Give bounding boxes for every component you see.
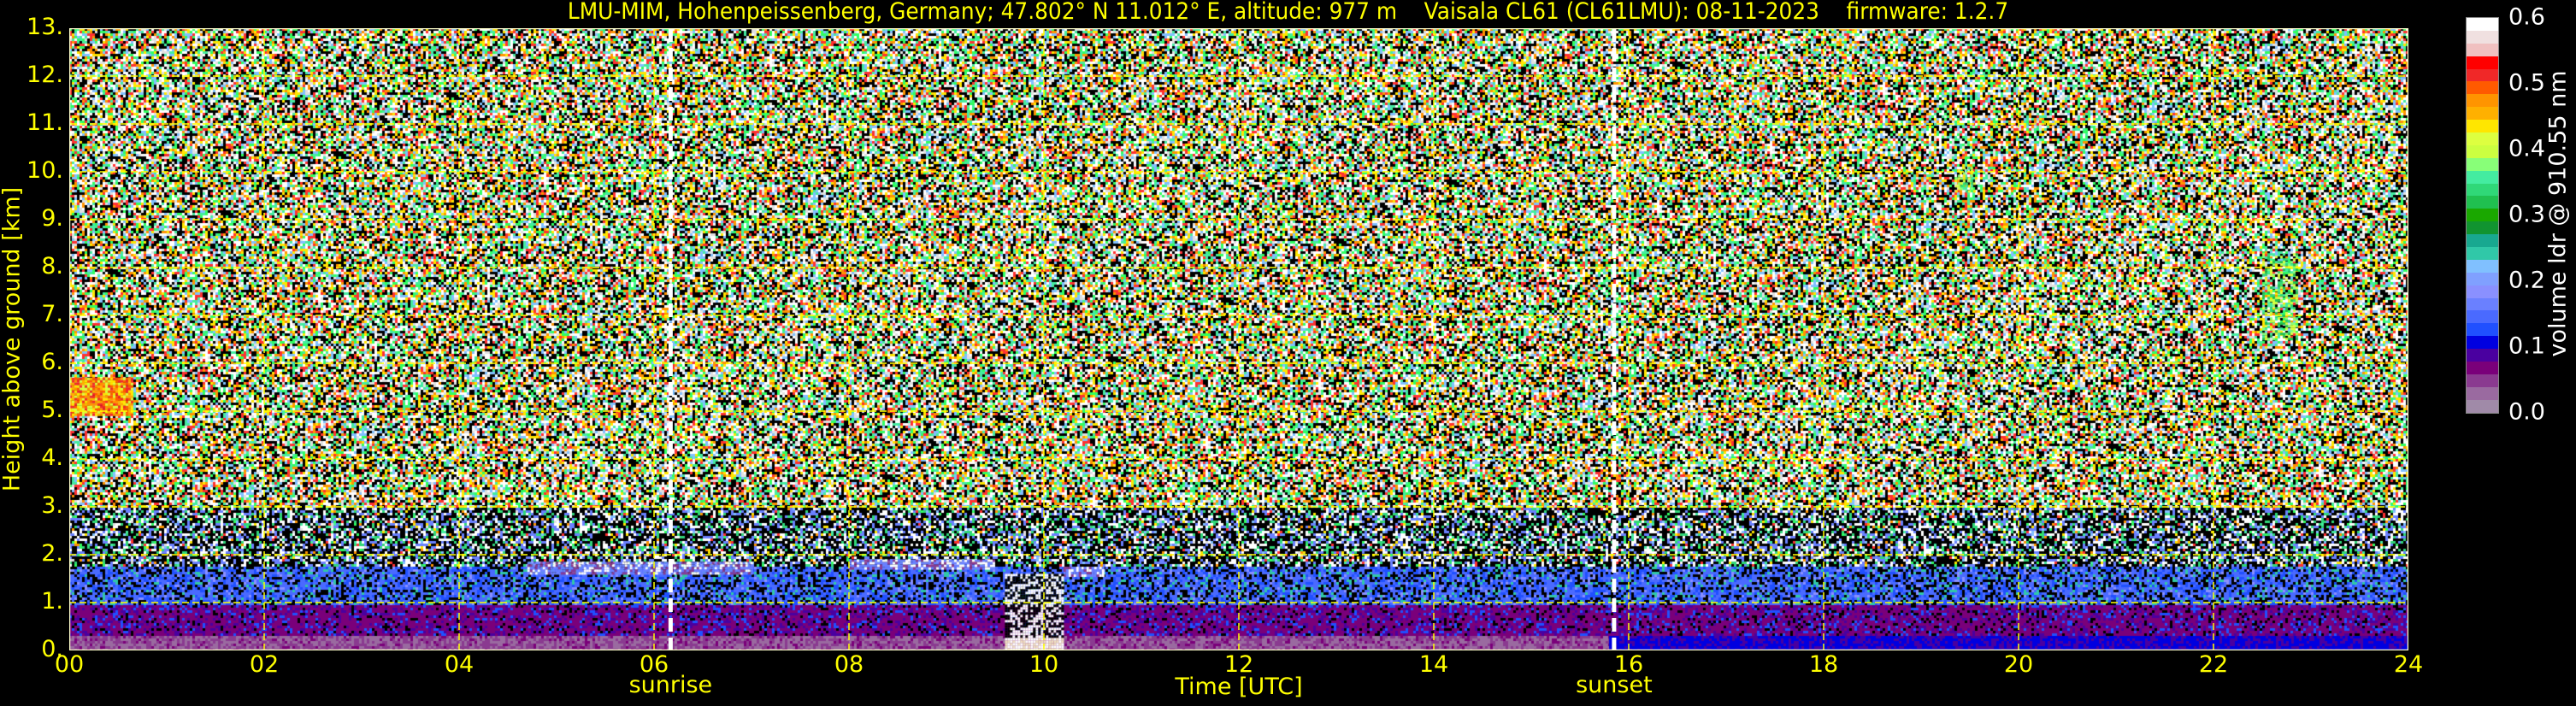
colorbar-tick-label: 0.5 — [2508, 69, 2545, 97]
colorbar-segment — [2467, 132, 2498, 145]
colorbar-segment — [2467, 94, 2498, 108]
grid-overlay — [69, 28, 2408, 650]
y-tick-label: 10. — [27, 157, 63, 184]
colorbar-segment — [2467, 144, 2498, 158]
x-tick-label: 00 — [54, 651, 85, 678]
x-tick-label: 20 — [2003, 651, 2034, 678]
colorbar-segment — [2467, 209, 2498, 222]
colorbar-segment — [2467, 43, 2498, 56]
colorbar-tick-label: 0.1 — [2508, 332, 2545, 360]
colorbar-segment — [2467, 336, 2498, 350]
colorbar-tick-label: 0.4 — [2508, 135, 2545, 162]
plot-area — [69, 28, 2408, 650]
x-tick-label: 14 — [1418, 651, 1449, 678]
colorbar-tick-label: 0.3 — [2508, 201, 2545, 228]
y-tick-label: 2. — [41, 540, 63, 567]
colorbar-segment — [2467, 259, 2498, 273]
x-tick-label: 18 — [1808, 651, 1839, 678]
colorbar-segment — [2467, 18, 2498, 31]
colorbar-segment — [2467, 247, 2498, 260]
y-tick-label: 13. — [27, 14, 63, 40]
colorbar-segment — [2467, 56, 2498, 69]
colorbar-segment — [2467, 221, 2498, 235]
colorbar-segment — [2467, 297, 2498, 311]
y-tick-label: 12. — [27, 62, 63, 88]
colorbar-segment — [2467, 386, 2498, 400]
colorbar-segment — [2467, 107, 2498, 121]
event-label-sunset: sunset — [1576, 672, 1653, 698]
x-tick-label: 24 — [2393, 651, 2424, 678]
colorbar-segment — [2467, 170, 2498, 184]
colorbar-segment — [2467, 183, 2498, 197]
x-tick-label: 22 — [2198, 651, 2229, 678]
colorbar-segment — [2467, 196, 2498, 209]
colorbar-segment — [2467, 399, 2498, 413]
colorbar-segment — [2467, 362, 2498, 374]
colorbar-segment — [2467, 374, 2498, 387]
colorbar — [2466, 17, 2499, 414]
colorbar-label: volume ldr @ 910.55 nm — [2544, 70, 2572, 357]
x-tick-label: 08 — [834, 651, 864, 678]
colorbar-segment — [2467, 323, 2498, 337]
colorbar-segment — [2467, 272, 2498, 285]
colorbar-segment — [2467, 234, 2498, 248]
colorbar-segment — [2467, 30, 2498, 44]
x-axis-label: Time [UTC] — [1175, 674, 1303, 700]
colorbar-tick-label: 0.6 — [2508, 3, 2545, 31]
colorbar-segment — [2467, 349, 2498, 362]
colorbar-segment — [2467, 120, 2498, 133]
colorbar-segment — [2467, 157, 2498, 171]
colorbar-segment — [2467, 285, 2498, 298]
event-label-sunrise: sunrise — [628, 672, 713, 698]
chart-title: LMU-MIM, Hohenpeissenberg, Germany; 47.8… — [567, 0, 2009, 25]
colorbar-segment — [2467, 68, 2498, 82]
y-tick-label: 3. — [41, 492, 63, 519]
y-tick-label: 11. — [27, 109, 63, 136]
colorbar-segment — [2467, 81, 2498, 95]
y-axis-label: Height above ground [km] — [0, 186, 26, 492]
x-tick-label: 02 — [249, 651, 280, 678]
y-tick-label: 1. — [41, 588, 63, 615]
colorbar-tick-label: 0.0 — [2508, 398, 2545, 426]
x-tick-label: 10 — [1029, 651, 1059, 678]
colorbar-segment — [2467, 310, 2498, 324]
colorbar-tick-label: 0.2 — [2508, 267, 2545, 294]
x-tick-label: 04 — [444, 651, 475, 678]
